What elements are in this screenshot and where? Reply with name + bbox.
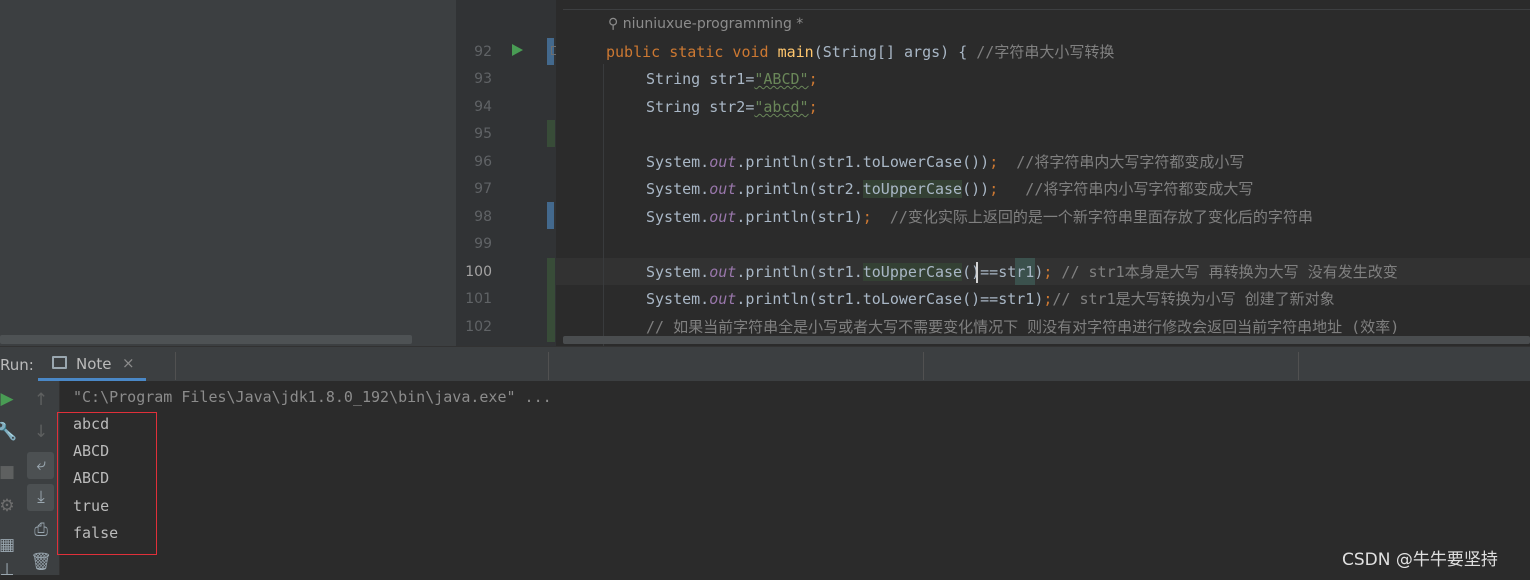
layout-icon[interactable]: ▦ [0, 535, 20, 555]
print-icon[interactable]: ⎙ [28, 520, 54, 540]
soft-wrap-icon: ⤶ [36, 455, 46, 475]
code-comment: // str1是大写转换为小写 创建了新对象 [1052, 290, 1335, 308]
divider [548, 352, 549, 380]
play-icon[interactable]: ▶ [0, 389, 20, 409]
console-output[interactable] [60, 381, 1530, 575]
vcs-change-marker[interactable] [547, 120, 555, 147]
line-number: 94 [474, 99, 492, 115]
code-line-100[interactable]: System.out.println(str1.toUpperCase()==s… [646, 262, 1398, 282]
code-text: String str1= [646, 70, 755, 88]
code-line-98[interactable]: System.out.println(str1); //变化实际上返回的是一个新… [646, 207, 1313, 227]
code-text: .println(str1. [736, 263, 863, 281]
run-label: Run: [0, 356, 34, 374]
arrow-up-icon[interactable]: ↑ [28, 390, 54, 410]
code-field: out [709, 180, 737, 198]
code-field: out [709, 153, 737, 171]
code-text: System. [646, 263, 710, 281]
code-semicolon: ; [989, 153, 999, 171]
code-text: (String[] args) { [813, 43, 977, 61]
code-usage-highlight: toUpperCase [862, 180, 963, 198]
tab-label: Note [76, 355, 112, 373]
code-function: main [777, 43, 814, 61]
line-number: 93 [474, 71, 492, 87]
code-text: .println(str1.toLowerCase()) [736, 153, 990, 171]
stop-icon[interactable]: ■ [0, 462, 20, 482]
code-comment: //变化实际上返回的是一个新字符串里面存放了变化后的字符串 [871, 208, 1313, 226]
project-panel [0, 0, 456, 346]
line-number: 102 [465, 319, 492, 335]
line-number-current: 100 [465, 264, 492, 280]
code-text: .println(str2. [736, 180, 863, 198]
run-tool-window-header [0, 346, 1530, 381]
code-text: ; [808, 70, 818, 88]
code-text: .println(str1) [736, 208, 863, 226]
code-line-93[interactable]: String str1="ABCD"; [646, 69, 818, 89]
code-text: ()) [962, 180, 990, 198]
code-text: System. [646, 208, 710, 226]
code-comment: // 如果当前字符串全是小写或者大写不需要变化情况下 则没有对字符串进行修改会返… [646, 318, 1400, 336]
code-semicolon: ; [862, 208, 872, 226]
divider [923, 352, 924, 380]
code-field: out [709, 290, 737, 308]
text-caret [976, 262, 978, 283]
close-icon[interactable]: × [122, 354, 135, 372]
code-text: System. [646, 290, 710, 308]
person-icon: ⚲ [608, 16, 619, 32]
code-comment: // str1本身是大写 再转换为大写 没有发生改变 [1052, 263, 1398, 281]
code-line-101[interactable]: System.out.println(str1.toLowerCase()==s… [646, 289, 1335, 309]
code-field: out [709, 263, 737, 281]
code-comment: //将字符串内大写字符都变成小写 [998, 153, 1245, 171]
code-usage-highlight: toUpperCase [862, 263, 963, 281]
code-field: out [709, 208, 737, 226]
code-text: System. [646, 180, 710, 198]
code-line-102[interactable]: // 如果当前字符串全是小写或者大写不需要变化情况下 则没有对字符串进行修改会返… [646, 317, 1399, 337]
code-text: ()==str1) [962, 263, 1044, 281]
code-line-94[interactable]: String str2="abcd"; [646, 97, 818, 117]
code-line-96[interactable]: System.out.println(str1.toLowerCase()); … [646, 152, 1244, 172]
code-comment: //将字符串内小写字符都变成大写 [998, 180, 1254, 198]
code-string: "ABCD" [754, 70, 809, 88]
line-number: 101 [465, 291, 492, 307]
line-number: 92 [474, 44, 492, 60]
run-main-icon[interactable] [512, 44, 523, 56]
project-panel-scrollbar[interactable] [0, 335, 412, 344]
line-number: 96 [474, 154, 492, 170]
editor-horizontal-scrollbar[interactable] [563, 336, 1530, 344]
arrow-down-icon[interactable]: ↓ [28, 422, 54, 442]
line-number: 97 [474, 181, 492, 197]
pin-icon[interactable]: ⊥ [0, 560, 20, 580]
console-icon [52, 356, 67, 369]
scroll-to-end-icon: ⤓ [37, 487, 45, 507]
trash-icon[interactable]: 🗑 [28, 552, 54, 572]
vcs-change-marker[interactable] [547, 202, 554, 229]
console-command-line: "C:\Program Files\Java\jdk1.8.0_192\bin\… [73, 388, 552, 406]
code-comment: //字符串大小写转换 [976, 43, 1115, 61]
code-keyword: public static void [606, 43, 778, 61]
divider [175, 352, 176, 380]
code-semicolon: ; [989, 180, 999, 198]
line-number: 95 [474, 126, 492, 142]
divider [1298, 352, 1299, 380]
line-number: 98 [474, 209, 492, 225]
code-text: System. [646, 153, 710, 171]
code-text: ; [808, 98, 818, 116]
code-line-92[interactable]: public static void main(String[] args) {… [606, 42, 1114, 62]
wrench-icon[interactable]: 🔧 [0, 422, 20, 442]
watermark: CSDN @牛牛要坚持 [1342, 550, 1498, 570]
gear-icon[interactable]: ⚙ [0, 496, 20, 516]
output-annotation-box [57, 412, 157, 555]
indent-guide [603, 64, 604, 346]
vcs-change-marker[interactable] [547, 258, 555, 342]
line-number: 99 [474, 236, 492, 252]
code-string: "abcd" [754, 98, 809, 116]
code-text: String str2= [646, 98, 755, 116]
code-line-97[interactable]: System.out.println(str2.toUpperCase()); … [646, 179, 1253, 199]
code-text: .println(str1.toLowerCase()==str1) [736, 290, 1044, 308]
author-name: niuniuxue-programming * [622, 16, 804, 32]
code-author-hint[interactable]: ⚲ niuniuxue-programming * [608, 14, 803, 34]
method-separator [563, 9, 1530, 10]
